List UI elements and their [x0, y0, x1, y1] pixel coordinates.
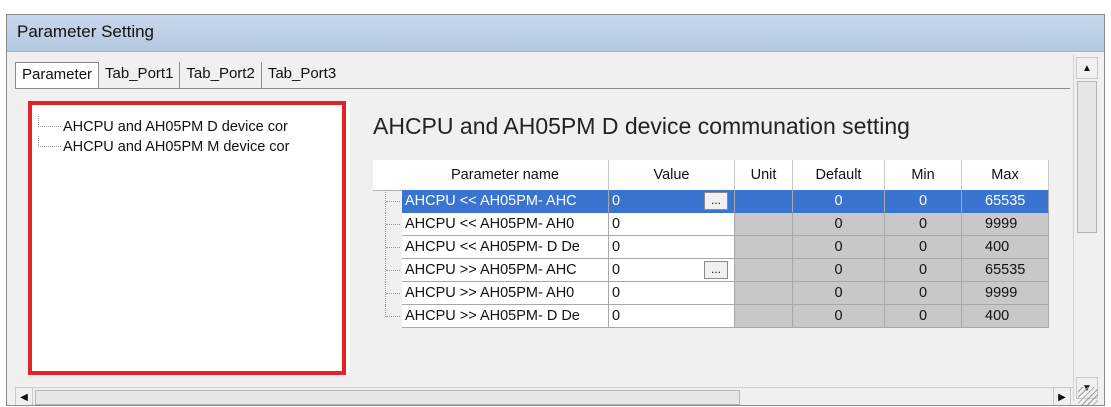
window-titlebar: Parameter Setting [7, 15, 1104, 52]
column-header-unit[interactable]: Unit [735, 160, 793, 190]
cell-parameter-name[interactable]: AHCPU << AH05PM- D De [402, 236, 609, 259]
value-text: 0 [612, 193, 621, 209]
cell-unit [735, 282, 793, 305]
cell-parameter-name[interactable]: AHCPU >> AH05PM- AH0 [402, 282, 609, 305]
cell-min: 0 [885, 259, 962, 282]
tree-connector [385, 259, 402, 282]
cell-parameter-name[interactable]: AHCPU << AH05PM- AH0 [402, 213, 609, 236]
vertical-scrollbar[interactable]: ▲ ▼ [1073, 55, 1101, 401]
cell-min: 0 [885, 282, 962, 305]
value-text: 0 [612, 262, 621, 278]
cell-value[interactable]: 0 [609, 305, 735, 328]
section-title: AHCPU and AH05PM D device communation se… [373, 113, 910, 139]
ellipsis-button[interactable]: ... [704, 261, 728, 279]
arrow-up-icon[interactable]: ▲ [1076, 57, 1098, 79]
table-row[interactable]: AHCPU >> AH05PM- D De 0 0 0 400 [373, 305, 1049, 328]
cell-default: 0 [793, 305, 885, 328]
tab-divider [15, 88, 1070, 89]
arrow-left-icon[interactable]: ◀ [15, 387, 33, 405]
cell-parameter-name[interactable]: AHCPU >> AH05PM- AHC [402, 259, 609, 282]
cell-value[interactable]: 0 [609, 282, 735, 305]
cell-default: 0 [793, 236, 885, 259]
resize-grip-icon[interactable] [1078, 387, 1098, 405]
tab-port3[interactable]: Tab_Port3 [262, 62, 342, 88]
value-text: 0 [612, 239, 621, 255]
tab-strip: Parameter Tab_Port1 Tab_Port2 Tab_Port3 [15, 62, 342, 89]
annotation-highlight-box [28, 101, 346, 375]
window-title: Parameter Setting [17, 22, 155, 41]
cell-unit [735, 305, 793, 328]
value-text: 0 [612, 308, 621, 324]
cell-max: 9999 [962, 282, 1049, 305]
vertical-scroll-thumb[interactable] [1077, 81, 1097, 233]
ellipsis-button[interactable]: ... [704, 192, 728, 210]
table-row[interactable]: AHCPU >> AH05PM- AH0 0 0 0 9999 [373, 282, 1049, 305]
cell-min: 0 [885, 305, 962, 328]
table-row[interactable]: AHCPU << AH05PM- D De 0 0 0 400 [373, 236, 1049, 259]
tree-connector [385, 236, 402, 259]
column-header-parameter-name[interactable]: Parameter name [402, 160, 609, 190]
grid-header: Parameter name Value Unit Default Min Ma… [373, 160, 1049, 191]
cell-max: 65535 [962, 190, 1049, 213]
cell-default: 0 [793, 213, 885, 236]
cell-default: 0 [793, 190, 885, 213]
arrow-right-icon[interactable]: ▶ [1053, 387, 1071, 405]
cell-default: 0 [793, 259, 885, 282]
value-text: 0 [612, 216, 621, 232]
parameter-setting-window: Parameter Setting Parameter Tab_Port1 Ta… [6, 14, 1105, 406]
tree-connector [385, 305, 402, 317]
cell-parameter-name[interactable]: AHCPU << AH05PM- AHC [402, 190, 609, 213]
cell-value[interactable]: 0... [609, 190, 735, 213]
table-row[interactable]: AHCPU >> AH05PM- AHC 0... 0 0 65535 [373, 259, 1049, 282]
horizontal-scroll-thumb[interactable] [35, 390, 740, 405]
cell-max: 400 [962, 236, 1049, 259]
cell-value[interactable]: 0 [609, 236, 735, 259]
table-row[interactable]: AHCPU << AH05PM- AHC 0... 0 0 65535 [373, 190, 1049, 213]
tab-port2[interactable]: Tab_Port2 [180, 62, 262, 88]
cell-default: 0 [793, 282, 885, 305]
cell-value[interactable]: 0 [609, 213, 735, 236]
tab-parameter[interactable]: Parameter [15, 62, 100, 89]
tree-connector [385, 282, 402, 305]
cell-min: 0 [885, 236, 962, 259]
column-header-max[interactable]: Max [962, 160, 1049, 190]
cell-value[interactable]: 0... [609, 259, 735, 282]
tab-port1[interactable]: Tab_Port1 [99, 62, 181, 88]
cell-unit [735, 213, 793, 236]
cell-min: 0 [885, 190, 962, 213]
cell-max: 9999 [962, 213, 1049, 236]
tree-connector [385, 213, 402, 236]
value-text: 0 [612, 285, 621, 301]
cell-parameter-name[interactable]: AHCPU >> AH05PM- D De [402, 305, 609, 328]
cell-max: 65535 [962, 259, 1049, 282]
table-row[interactable]: AHCPU << AH05PM- AH0 0 0 0 9999 [373, 213, 1049, 236]
cell-unit [735, 259, 793, 282]
cell-unit [735, 236, 793, 259]
cell-unit [735, 190, 793, 213]
tree-connector [385, 190, 402, 213]
column-header-default[interactable]: Default [793, 160, 885, 190]
cell-max: 400 [962, 305, 1049, 328]
column-header-value[interactable]: Value [609, 160, 735, 190]
horizontal-scrollbar[interactable]: ◀ ▶ [15, 387, 1073, 405]
cell-min: 0 [885, 213, 962, 236]
column-header-min[interactable]: Min [885, 160, 962, 190]
